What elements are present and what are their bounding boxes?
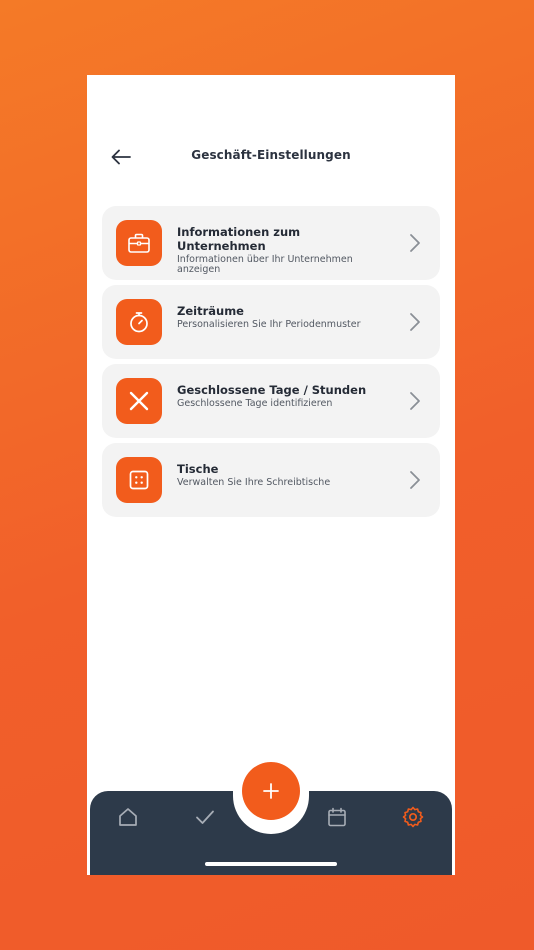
page-title: Geschäft-Einstellungen bbox=[191, 148, 351, 162]
calendar-icon bbox=[328, 807, 346, 827]
nav-settings-button[interactable] bbox=[401, 805, 425, 829]
settings-item-periods[interactable]: Zeiträume Personalisieren Sie Ihr Period… bbox=[102, 285, 440, 359]
settings-item-subtitle: Geschlossene Tage identifizieren bbox=[177, 398, 333, 409]
chevron-right-icon bbox=[410, 392, 420, 410]
gear-icon bbox=[402, 806, 424, 828]
close-x-icon bbox=[116, 378, 162, 424]
settings-list: Informationen zum Unternehmen Informatio… bbox=[102, 206, 440, 522]
chevron-right-icon bbox=[410, 313, 420, 331]
settings-item-subtitle: Informationen über Ihr Unternehmen anzei… bbox=[177, 254, 353, 275]
settings-item-closed-days[interactable]: Geschlossene Tage / Stunden Geschlossene… bbox=[102, 364, 440, 438]
chevron-right-icon bbox=[410, 234, 420, 252]
chevron-right-icon bbox=[410, 471, 420, 489]
plus-icon bbox=[263, 783, 279, 799]
settings-item-subtitle: Personalisieren Sie Ihr Periodenmuster bbox=[177, 319, 361, 330]
nav-tasks-button[interactable] bbox=[193, 805, 217, 829]
table-grid-icon bbox=[116, 457, 162, 503]
home-icon bbox=[119, 808, 137, 826]
settings-item-title: Zeiträume bbox=[177, 304, 244, 318]
check-icon bbox=[196, 810, 214, 824]
settings-item-company-info[interactable]: Informationen zum Unternehmen Informatio… bbox=[102, 206, 440, 280]
nav-calendar-button[interactable] bbox=[325, 805, 349, 829]
settings-item-subtitle: Verwalten Sie Ihre Schreibtische bbox=[177, 477, 331, 488]
settings-item-title: Informationen zum Unternehmen bbox=[177, 225, 301, 253]
nav-home-button[interactable] bbox=[116, 805, 140, 829]
header: Geschäft-Einstellungen bbox=[87, 135, 455, 179]
home-indicator bbox=[205, 862, 337, 866]
settings-item-title: Geschlossene Tage / Stunden bbox=[177, 383, 367, 397]
briefcase-icon bbox=[116, 220, 162, 266]
phone-screen: Geschäft-Einstellungen Informationen zum… bbox=[87, 75, 455, 875]
stopwatch-icon bbox=[116, 299, 162, 345]
settings-item-tables[interactable]: Tische Verwalten Sie Ihre Schreibtische bbox=[102, 443, 440, 517]
settings-item-title: Tische bbox=[177, 462, 219, 476]
add-button[interactable] bbox=[242, 762, 300, 820]
